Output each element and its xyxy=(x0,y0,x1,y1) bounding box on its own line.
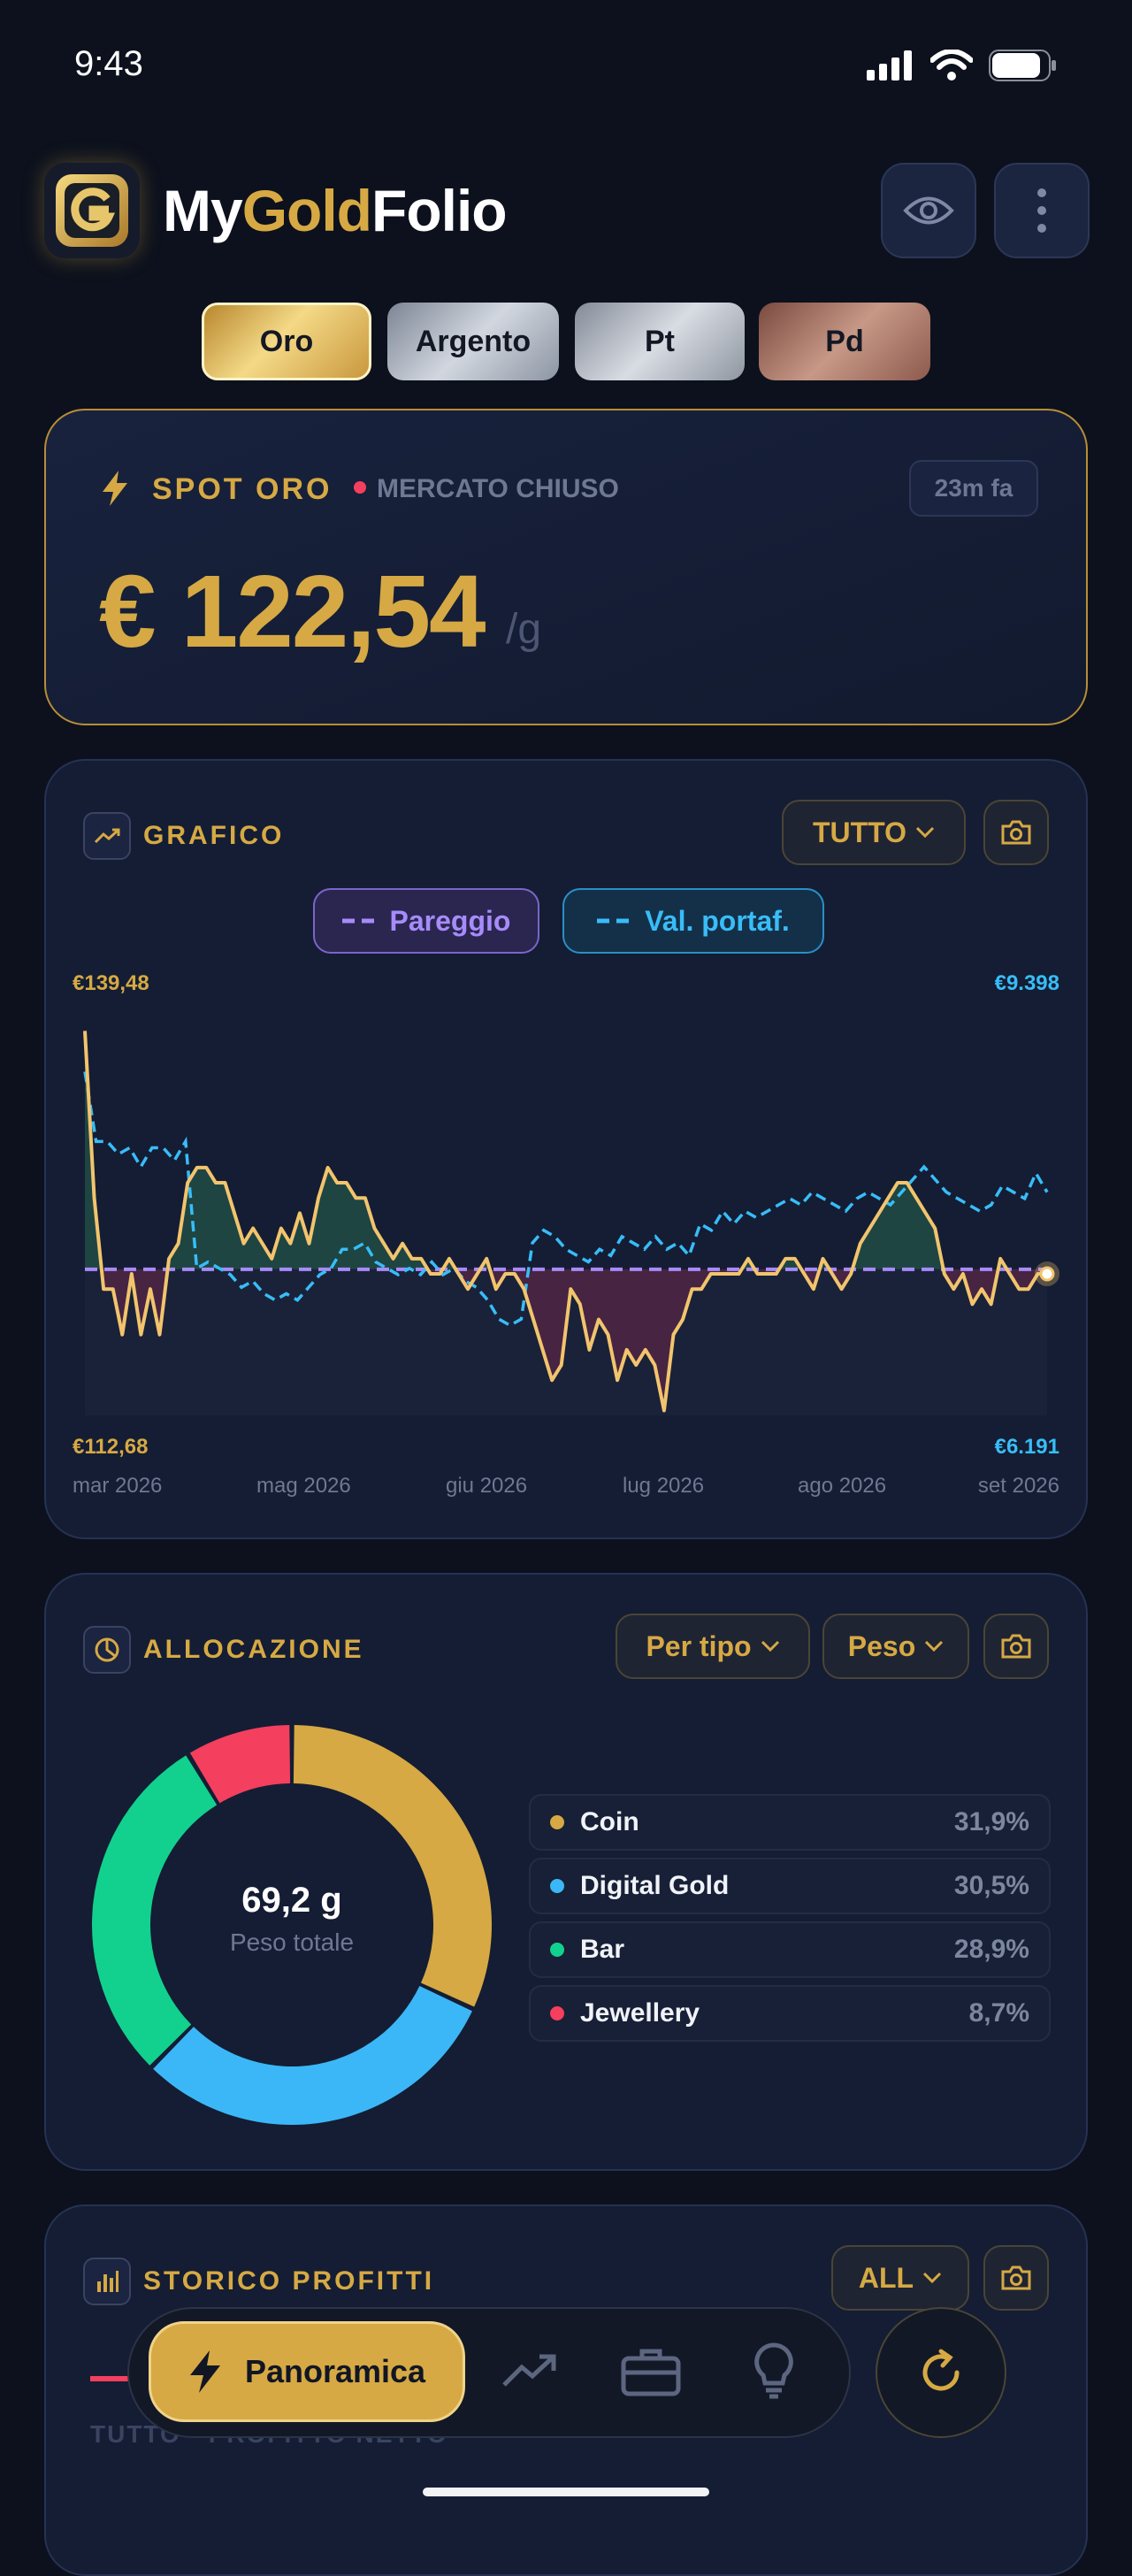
nav-chart[interactable] xyxy=(501,2351,557,2395)
eye-icon xyxy=(903,196,954,225)
profits-screenshot-button[interactable] xyxy=(983,2245,1049,2311)
pie-chart-icon xyxy=(95,1637,119,1662)
right-axis-max: €9.398 xyxy=(994,971,1059,995)
more-menu-button[interactable] xyxy=(994,163,1090,258)
right-axis-min: €6.191 xyxy=(994,1435,1059,1459)
chart-card: GRAFICO TUTTO Pareggio Val. portaf. €139… xyxy=(44,759,1088,1539)
donut-total-value: 69,2 g xyxy=(241,1881,342,1920)
wifi-icon xyxy=(930,50,973,80)
spot-price: € 122,54 xyxy=(99,554,486,669)
profits-range-dropdown[interactable]: ALL xyxy=(831,2245,969,2311)
tab-platinum[interactable]: Pt xyxy=(575,303,745,380)
camera-icon xyxy=(1001,2266,1031,2290)
lightbulb-icon xyxy=(754,2342,793,2399)
bar-chart-icon xyxy=(97,2271,119,2292)
briefcase-icon xyxy=(621,2349,681,2396)
legend-dot xyxy=(550,1815,564,1829)
last-point-marker[interactable] xyxy=(1039,1266,1055,1282)
x-tick-5: set 2026 xyxy=(977,1474,1059,1498)
toggle-breakeven[interactable]: Pareggio xyxy=(313,888,539,954)
allocation-legend: Coin 31,9% Digital Gold 30,5% Bar 28,9% Jew… xyxy=(529,1787,1051,2049)
price-line-chart[interactable] xyxy=(67,1000,1065,1424)
legend-dot xyxy=(550,1879,564,1893)
nav-overview[interactable]: Panoramica xyxy=(149,2321,465,2422)
donut-slice-0[interactable] xyxy=(293,1725,492,2007)
allocation-section-icon xyxy=(83,1626,131,1674)
home-indicator xyxy=(423,2488,709,2496)
profits-section-title: STORICO PROFITTI xyxy=(143,2266,435,2296)
allocation-donut-chart[interactable] xyxy=(90,1723,493,2127)
legend-item[interactable]: Coin 31,9% xyxy=(529,1794,1051,1851)
refresh-button[interactable] xyxy=(876,2307,1006,2438)
chart-screenshot-button[interactable] xyxy=(983,800,1049,865)
dashed-line-icon xyxy=(341,918,378,924)
donut-total-label: Peso totale xyxy=(229,1928,355,1956)
updated-badge: 23m fa xyxy=(909,460,1038,517)
chevron-down-icon xyxy=(923,2272,942,2284)
app-logo xyxy=(44,163,140,258)
nav-insights[interactable] xyxy=(753,2342,794,2404)
tab-argento[interactable]: Argento xyxy=(387,303,559,380)
chevron-down-icon xyxy=(915,826,935,839)
market-status-dot xyxy=(354,481,366,494)
allocation-card: ALLOCAZIONE Per tipo Peso 69,2 g Peso to… xyxy=(44,1573,1088,2171)
camera-icon xyxy=(1001,820,1031,845)
bolt-icon xyxy=(189,2350,220,2393)
range-dropdown[interactable]: TUTTO xyxy=(782,800,966,865)
allocation-section-title: ALLOCAZIONE xyxy=(143,1635,364,1664)
dashed-line-icon xyxy=(597,918,633,924)
camera-icon xyxy=(1001,1634,1031,1659)
x-tick-4: ago 2026 xyxy=(798,1474,887,1498)
status-time: 9:43 xyxy=(74,44,143,83)
toggle-visibility-button[interactable] xyxy=(881,163,976,258)
donut-slice-1[interactable] xyxy=(153,1985,472,2125)
signal-icon xyxy=(867,50,912,80)
tab-palladium[interactable]: Pd xyxy=(759,303,930,380)
x-tick-3: lug 2026 xyxy=(623,1474,705,1498)
refresh-icon xyxy=(922,2349,960,2391)
x-tick-1: mag 2026 xyxy=(256,1474,351,1498)
profits-section-icon xyxy=(83,2258,131,2305)
legend-dot xyxy=(550,1943,564,1957)
chevron-down-icon xyxy=(925,1640,944,1652)
left-axis-max: €139,48 xyxy=(73,971,149,995)
tab-oro[interactable]: Oro xyxy=(202,303,371,380)
group-by-dropdown[interactable]: Per tipo xyxy=(616,1614,810,1679)
market-status: MERCATO CHIUSO xyxy=(377,474,619,503)
battery-icon xyxy=(989,50,1056,81)
more-vertical-icon xyxy=(1037,188,1046,233)
spot-title: SPOT ORO xyxy=(152,472,333,506)
bolt-icon xyxy=(103,471,127,506)
measure-dropdown[interactable]: Peso xyxy=(822,1614,969,1679)
chart-section-title: GRAFICO xyxy=(143,821,285,850)
x-tick-2: giu 2026 xyxy=(446,1474,528,1498)
legend-item[interactable]: Digital Gold 30,5% xyxy=(529,1858,1051,1914)
x-tick-0: mar 2026 xyxy=(73,1474,163,1498)
spot-price-card: SPOT ORO MERCATO CHIUSO 23m fa € 122,54 … xyxy=(44,409,1088,725)
status-icons xyxy=(867,50,1058,81)
allocation-screenshot-button[interactable] xyxy=(983,1614,1049,1679)
left-axis-min: €112,68 xyxy=(73,1435,149,1459)
legend-dot xyxy=(550,2006,564,2020)
trend-up-icon xyxy=(502,2354,556,2387)
chevron-down-icon xyxy=(761,1640,779,1652)
spot-unit: /g xyxy=(506,606,542,653)
legend-item[interactable]: Jewellery 8,7% xyxy=(529,1985,1051,2042)
brand-title: MyGoldFolio xyxy=(163,178,508,243)
toggle-portfolio-value[interactable]: Val. portaf. xyxy=(562,888,824,954)
trend-up-icon xyxy=(94,828,120,844)
legend-item[interactable]: Bar 28,9% xyxy=(529,1921,1051,1978)
chart-section-icon xyxy=(83,812,131,860)
nav-portfolio[interactable] xyxy=(621,2346,681,2402)
logo-g-icon xyxy=(56,174,128,247)
